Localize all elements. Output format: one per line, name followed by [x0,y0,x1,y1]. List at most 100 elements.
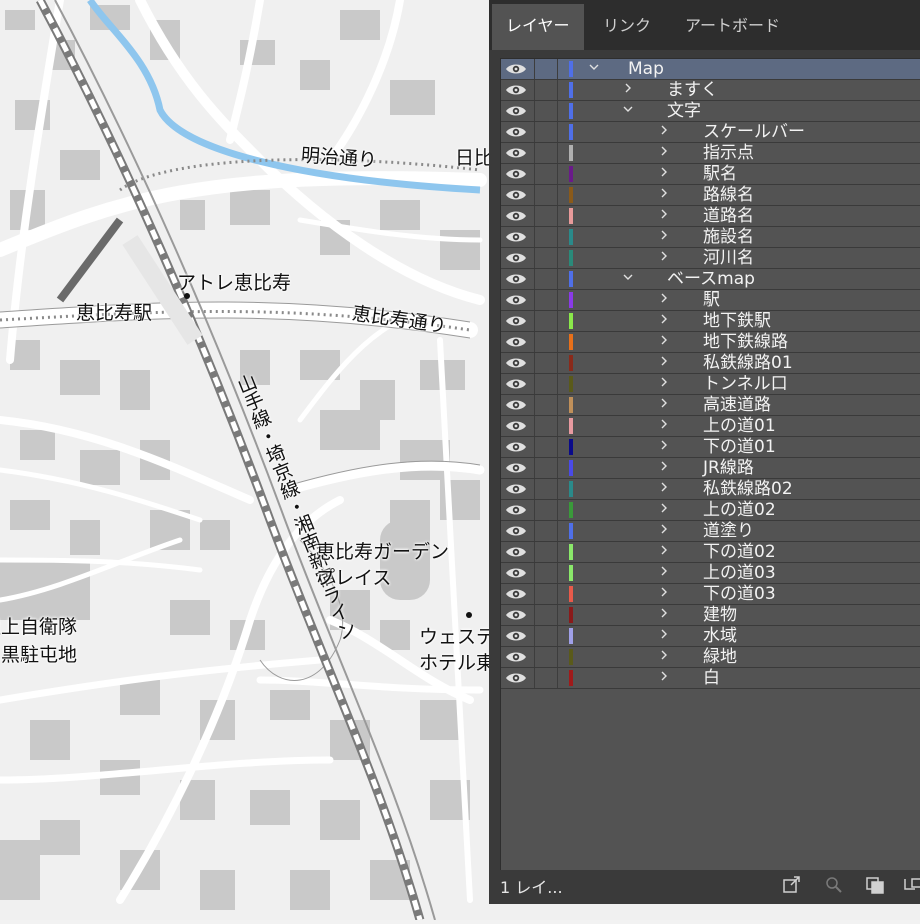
layer-row[interactable]: 駅名 [501,164,920,185]
clipping-mask-icon[interactable] [864,875,886,895]
layer-row[interactable]: 地下鉄線路 [501,332,920,353]
chevron-right-icon[interactable] [659,524,669,534]
visibility-eye-icon[interactable] [505,230,527,244]
export-icon[interactable] [781,875,803,895]
lock-column[interactable] [534,437,535,457]
lock-column[interactable] [534,542,535,562]
chevron-right-icon[interactable] [659,566,669,576]
layer-row[interactable]: 道路名 [501,206,920,227]
lock-column[interactable] [534,668,535,688]
layer-row[interactable]: 上の道01 [501,416,920,437]
layer-row[interactable]: 道塗り [501,521,920,542]
layer-row[interactable]: 水域 [501,626,920,647]
chevron-down-icon[interactable] [589,62,599,72]
chevron-right-icon[interactable] [659,398,669,408]
lock-column[interactable] [534,458,535,478]
layer-row[interactable]: スケールバー [501,122,920,143]
tab-links[interactable]: リンク [589,4,665,50]
layer-row[interactable]: 駅 [501,290,920,311]
visibility-eye-icon[interactable] [505,251,527,265]
visibility-eye-icon[interactable] [505,293,527,307]
visibility-eye-icon[interactable] [505,482,527,496]
layer-row[interactable]: JR線路 [501,458,920,479]
layer-row[interactable]: 上の道03 [501,563,920,584]
layer-row[interactable]: 指示点 [501,143,920,164]
chevron-right-icon[interactable] [659,209,669,219]
visibility-eye-icon[interactable] [505,272,527,286]
layer-row[interactable]: 上の道02 [501,500,920,521]
chevron-right-icon[interactable] [659,188,669,198]
visibility-eye-icon[interactable] [505,314,527,328]
chevron-right-icon[interactable] [659,545,669,555]
layer-row[interactable]: 施設名 [501,227,920,248]
visibility-eye-icon[interactable] [505,188,527,202]
visibility-eye-icon[interactable] [505,566,527,580]
lock-column[interactable] [534,374,535,394]
chevron-down-icon[interactable] [623,272,633,282]
visibility-eye-icon[interactable] [505,440,527,454]
visibility-eye-icon[interactable] [505,587,527,601]
visibility-eye-icon[interactable] [505,524,527,538]
visibility-eye-icon[interactable] [505,398,527,412]
lock-column[interactable] [534,59,535,79]
lock-column[interactable] [534,332,535,352]
lock-column[interactable] [534,248,535,268]
lock-column[interactable] [534,101,535,121]
chevron-right-icon[interactable] [659,629,669,639]
visibility-eye-icon[interactable] [505,671,527,685]
lock-column[interactable] [534,605,535,625]
layer-row[interactable]: Map [501,59,920,80]
tab-artboards[interactable]: アートボード [671,4,794,50]
lock-column[interactable] [534,416,535,436]
chevron-right-icon[interactable] [659,419,669,429]
chevron-right-icon[interactable] [623,83,633,93]
layer-row[interactable]: トンネル口 [501,374,920,395]
visibility-eye-icon[interactable] [505,608,527,622]
layer-row[interactable]: 文字 [501,101,920,122]
lock-column[interactable] [534,353,535,373]
lock-column[interactable] [534,584,535,604]
chevron-right-icon[interactable] [659,440,669,450]
chevron-right-icon[interactable] [659,482,669,492]
layer-row[interactable]: 私鉄線路02 [501,479,920,500]
visibility-eye-icon[interactable] [505,83,527,97]
lock-column[interactable] [534,164,535,184]
visibility-eye-icon[interactable] [505,650,527,664]
layer-row[interactable]: 路線名 [501,185,920,206]
chevron-right-icon[interactable] [659,293,669,303]
lock-column[interactable] [534,500,535,520]
layer-row[interactable]: 建物 [501,605,920,626]
visibility-eye-icon[interactable] [505,62,527,76]
chevron-right-icon[interactable] [659,251,669,261]
lock-column[interactable] [534,185,535,205]
lock-column[interactable] [534,206,535,226]
visibility-eye-icon[interactable] [505,209,527,223]
tab-layers[interactable]: レイヤー [492,4,584,50]
chevron-right-icon[interactable] [659,125,669,135]
chevron-right-icon[interactable] [659,314,669,324]
chevron-right-icon[interactable] [659,503,669,513]
layer-row[interactable]: 下の道03 [501,584,920,605]
chevron-right-icon[interactable] [659,356,669,366]
layer-list[interactable]: Map ますく 文字 スケールバー 指示点 駅名 路線名 道路名 施設名 河川名 ベースmap 駅地下… [500,58,920,871]
lock-column[interactable] [534,521,535,541]
chevron-right-icon[interactable] [659,230,669,240]
visibility-eye-icon[interactable] [505,461,527,475]
layer-row[interactable]: 河川名 [501,248,920,269]
lock-column[interactable] [534,227,535,247]
layer-row[interactable]: ベースmap [501,269,920,290]
search-icon[interactable] [823,875,845,895]
lock-column[interactable] [534,143,535,163]
visibility-eye-icon[interactable] [505,503,527,517]
layer-row[interactable]: 私鉄線路01 [501,353,920,374]
chevron-right-icon[interactable] [659,167,669,177]
chevron-right-icon[interactable] [659,671,669,681]
layer-row[interactable]: 下の道02 [501,542,920,563]
visibility-eye-icon[interactable] [505,629,527,643]
chevron-down-icon[interactable] [623,104,633,114]
visibility-eye-icon[interactable] [505,419,527,433]
visibility-eye-icon[interactable] [505,545,527,559]
chevron-right-icon[interactable] [659,608,669,618]
lock-column[interactable] [534,647,535,667]
visibility-eye-icon[interactable] [505,356,527,370]
